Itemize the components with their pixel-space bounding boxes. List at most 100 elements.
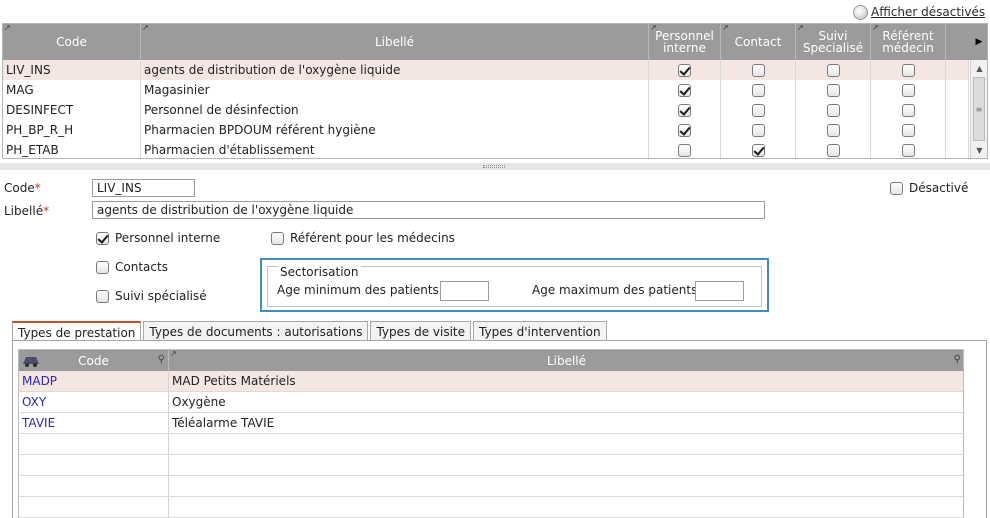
- interne-checkbox[interactable]: [678, 63, 691, 77]
- cell-code[interactable]: MADP: [19, 371, 169, 391]
- cell-referent[interactable]: [871, 80, 946, 100]
- age-max-field[interactable]: [695, 281, 744, 301]
- cell-suivi[interactable]: [796, 100, 871, 120]
- cell-code[interactable]: OXY: [19, 392, 169, 412]
- vertical-scrollbar[interactable]: ▲ ≡ ▼: [970, 60, 987, 158]
- cell-referent[interactable]: [871, 140, 946, 158]
- personnel-interne-checkbox[interactable]: [96, 231, 109, 245]
- empty-row: [19, 434, 963, 455]
- table-row[interactable]: PH_ETAB Pharmacien d'établissement: [3, 140, 969, 158]
- table-row[interactable]: TAVIE Téléalarme TAVIE: [19, 413, 963, 434]
- contact-checkbox[interactable]: [751, 63, 765, 77]
- prestation-grid-header: Code ⚲ ↗ Libellé ⚲: [19, 350, 963, 371]
- referent-checkbox[interactable]: [901, 103, 915, 117]
- col-header-referent[interactable]: ↗ Référent médecin: [871, 24, 946, 60]
- sectorisation-fieldset: Sectorisation Age minimum des patients A…: [267, 265, 762, 307]
- interne-checkbox[interactable]: [678, 143, 691, 157]
- referent-checkbox[interactable]: [271, 231, 284, 245]
- col-header-contact[interactable]: ↗ Contact: [721, 24, 796, 60]
- table-row[interactable]: OXY Oxygène: [19, 392, 963, 413]
- show-disabled-link[interactable]: Afficher désactivés: [871, 5, 985, 19]
- cell-contact[interactable]: [721, 120, 796, 140]
- scroll-down-icon[interactable]: ▼: [971, 142, 987, 158]
- table-row[interactable]: MAG Magasinier: [3, 80, 969, 101]
- sort-indicator-icon: ↗: [797, 23, 804, 32]
- contact-checkbox[interactable]: [751, 143, 765, 157]
- contact-checkbox[interactable]: [751, 83, 765, 97]
- suivi-checkbox[interactable]: [826, 123, 840, 137]
- interne-checkbox[interactable]: [678, 123, 691, 137]
- cell-suivi[interactable]: [796, 140, 871, 158]
- libelle-field[interactable]: agents de distribution de l'oxygène liqu…: [92, 201, 765, 219]
- code-field[interactable]: LIV_INS: [92, 179, 195, 197]
- table-row[interactable]: PH_BP_R_H Pharmacien BPDOUM référent hygi…: [3, 120, 969, 141]
- col-header-libelle[interactable]: ↗ Libellé: [141, 24, 649, 60]
- col-header-personnel-interne[interactable]: ↗ Personnel interne: [649, 24, 721, 60]
- cell-referent[interactable]: [871, 100, 946, 120]
- scroll-columns-right-icon[interactable]: ▶: [972, 34, 986, 50]
- column-chooser-icon[interactable]: [22, 354, 40, 370]
- cell-code[interactable]: TAVIE: [19, 413, 169, 433]
- cell-suivi[interactable]: [796, 80, 871, 100]
- suivi-checkbox[interactable]: [96, 289, 109, 303]
- suivi-checkbox[interactable]: [826, 83, 840, 97]
- interne-checkbox[interactable]: [678, 83, 691, 97]
- col-header-suivi[interactable]: ↗ Suivi Specialisé: [796, 24, 871, 60]
- referent-row[interactable]: Référent pour les médecins: [271, 231, 455, 245]
- referent-checkbox[interactable]: [901, 63, 915, 77]
- cell-contact[interactable]: [721, 80, 796, 100]
- contacts-checkbox[interactable]: [96, 260, 109, 274]
- contacts-row[interactable]: Contacts: [96, 260, 168, 274]
- disabled-checkbox-row[interactable]: Désactivé: [890, 181, 968, 195]
- age-min-field[interactable]: [440, 281, 489, 301]
- col-header-code[interactable]: Code ⚲: [19, 350, 169, 371]
- suivi-checkbox[interactable]: [826, 103, 840, 117]
- cell-label: agents de distribution de l'oxygène liqu…: [141, 60, 649, 80]
- contact-checkbox[interactable]: [751, 103, 765, 117]
- tab-2[interactable]: Types de visite: [370, 321, 472, 341]
- tab-3[interactable]: Types d'intervention: [473, 321, 607, 341]
- show-disabled-toggle[interactable]: Afficher désactivés: [853, 4, 985, 20]
- cell-suivi[interactable]: [796, 60, 871, 80]
- profile-grid-header: ↗ Code ↗ Libellé ↗ Personnel interne ↗ Conta…: [3, 24, 987, 60]
- tab-0[interactable]: Types de prestation: [12, 321, 142, 342]
- table-row[interactable]: LIV_INS agents de distribution de l'oxygè…: [3, 60, 969, 81]
- cell-contact[interactable]: [721, 60, 796, 80]
- prestation-grid: Code ⚲ ↗ Libellé ⚲ MADP MAD Petits Matéri…: [18, 349, 964, 518]
- table-row[interactable]: DESINFECT Personnel de désinfection: [3, 100, 969, 121]
- cell-interne[interactable]: [649, 80, 721, 100]
- col-header-code[interactable]: ↗ Code: [3, 24, 141, 60]
- cell-referent[interactable]: [871, 60, 946, 80]
- suivi-row[interactable]: Suivi spécialisé: [96, 289, 207, 303]
- cell-contact[interactable]: [721, 100, 796, 120]
- interne-checkbox[interactable]: [678, 103, 691, 117]
- tab-1[interactable]: Types de documents : autorisations: [143, 321, 369, 341]
- contact-checkbox[interactable]: [751, 123, 765, 137]
- panel-splitter[interactable]: [0, 163, 990, 170]
- radio-disk-icon: [853, 4, 868, 20]
- referent-checkbox[interactable]: [901, 123, 915, 137]
- personnel-interne-row[interactable]: Personnel interne: [96, 231, 220, 245]
- cell-contact[interactable]: [721, 140, 796, 158]
- suivi-checkbox[interactable]: [826, 143, 840, 157]
- suivi-checkbox[interactable]: [826, 63, 840, 77]
- cell-interne[interactable]: [649, 100, 721, 120]
- splitter-grip[interactable]: [483, 165, 505, 168]
- cell-suivi[interactable]: [796, 120, 871, 140]
- cell-filler: [946, 60, 969, 80]
- magnifier-icon[interactable]: ⚲: [158, 354, 165, 365]
- scroll-thumb[interactable]: ≡: [973, 77, 985, 141]
- col-header-libelle[interactable]: ↗ Libellé ⚲: [169, 350, 963, 371]
- cell-libelle: [169, 476, 963, 496]
- scroll-up-icon[interactable]: ▲: [971, 60, 987, 76]
- referent-checkbox[interactable]: [901, 143, 915, 157]
- cell-interne[interactable]: [649, 140, 721, 158]
- referent-checkbox[interactable]: [901, 83, 915, 97]
- cell-interne[interactable]: [649, 60, 721, 80]
- table-row[interactable]: MADP MAD Petits Matériels: [19, 371, 963, 392]
- cell-libelle: Téléalarme TAVIE: [172, 416, 275, 430]
- cell-referent[interactable]: [871, 120, 946, 140]
- magnifier-icon[interactable]: ⚲: [954, 354, 961, 365]
- disabled-checkbox[interactable]: [890, 181, 903, 195]
- cell-interne[interactable]: [649, 120, 721, 140]
